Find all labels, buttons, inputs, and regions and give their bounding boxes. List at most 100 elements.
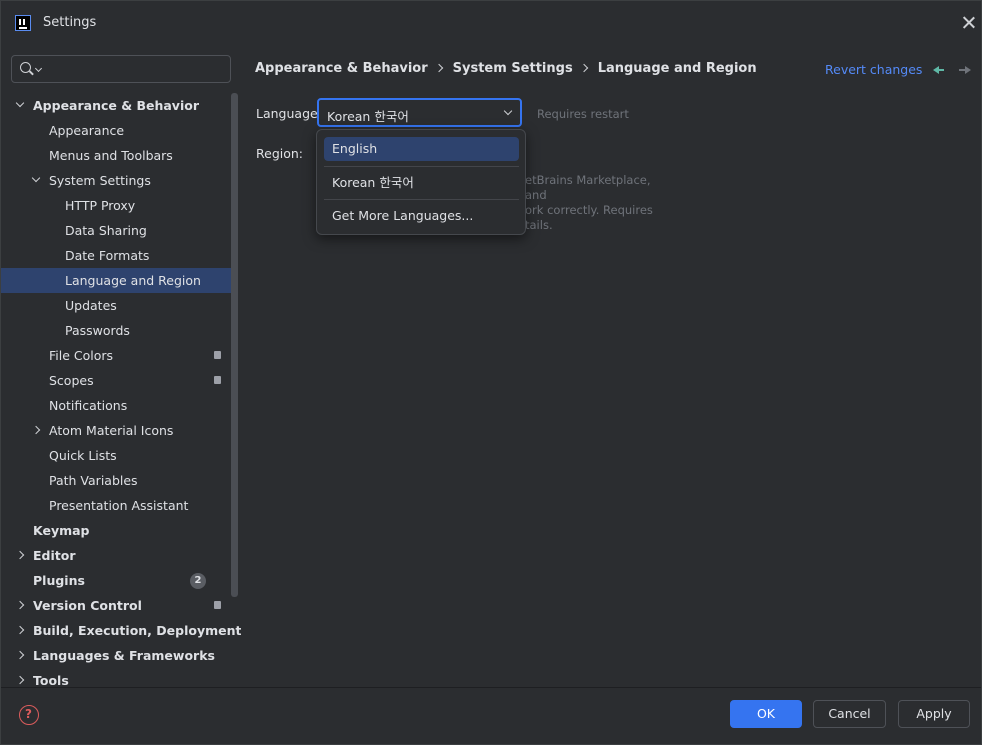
tree-node[interactable]: Passwords xyxy=(1,318,238,343)
tree-node[interactable]: Appearance xyxy=(1,118,238,143)
search-icon xyxy=(20,62,31,73)
language-help-text: etBrains Marketplace, and ork correctly.… xyxy=(525,173,675,233)
intellij-logo-icon xyxy=(15,15,31,31)
tree-node-label: Presentation Assistant xyxy=(49,498,189,513)
chevron-right-icon[interactable] xyxy=(15,675,25,685)
breadcrumb: Appearance & Behavior System Settings Lang… xyxy=(255,61,757,76)
tree-node[interactable]: Date Formats xyxy=(1,243,238,268)
tree-node-label: Language and Region xyxy=(65,273,201,288)
help-line: etBrains Marketplace, and xyxy=(525,173,651,202)
dropdown-option-english[interactable]: English xyxy=(324,137,519,161)
tree-node-label: Appearance & Behavior xyxy=(33,98,199,113)
settings-window: Settings Appearance & Behavior Appearance… xyxy=(0,0,982,745)
tree-node-label: Updates xyxy=(65,298,117,313)
tree-node-label: Tools xyxy=(33,673,69,687)
tree-node-label: Plugins xyxy=(33,573,85,588)
title-bar: Settings xyxy=(1,1,981,45)
tree-node-label: Build, Execution, Deployment xyxy=(33,623,241,638)
chevron-right-icon xyxy=(579,63,588,72)
chevron-right-icon[interactable] xyxy=(15,550,25,560)
dropdown-option-korean[interactable]: Korean 한국어 xyxy=(324,171,519,195)
language-combobox[interactable]: Korean 한국어 xyxy=(317,98,522,127)
help-line: ork correctly. Requires xyxy=(525,203,653,217)
tree-node-label: Editor xyxy=(33,548,76,563)
breadcrumb-item[interactable]: System Settings xyxy=(453,61,573,76)
chevron-down-icon[interactable] xyxy=(31,173,41,183)
tree-node[interactable]: Menus and Toolbars xyxy=(1,143,238,168)
settings-tree: Appearance & Behavior Appearance Menus and… xyxy=(1,93,241,687)
tree-node[interactable]: Atom Material Icons xyxy=(1,418,238,443)
tree-node[interactable]: Version Control xyxy=(1,593,238,618)
chevron-right-icon[interactable] xyxy=(31,425,41,435)
back-arrow-icon[interactable] xyxy=(933,65,945,75)
language-label: Language: xyxy=(256,106,322,121)
region-label: Region: xyxy=(256,146,304,161)
tree-node[interactable]: Scopes xyxy=(1,368,238,393)
tree-node-label: Languages & Frameworks xyxy=(33,648,215,663)
tree-node-label: System Settings xyxy=(49,173,151,188)
tree-node-label: Atom Material Icons xyxy=(49,423,174,438)
project-level-icon xyxy=(214,601,221,609)
tree-node-label: Keymap xyxy=(33,523,90,538)
settings-sidebar: Appearance & Behavior Appearance Menus and… xyxy=(1,45,241,687)
tree-node[interactable]: Presentation Assistant xyxy=(1,493,238,518)
tree-node[interactable]: Keymap xyxy=(1,518,238,543)
tree-node[interactable]: Path Variables xyxy=(1,468,238,493)
dropdown-option-get-more-languages[interactable]: Get More Languages... xyxy=(324,204,519,228)
revert-changes-link[interactable]: Revert changes xyxy=(825,62,922,77)
tree-node-label: HTTP Proxy xyxy=(65,198,136,213)
tree-node-label: Version Control xyxy=(33,598,142,613)
breadcrumb-item[interactable]: Appearance & Behavior xyxy=(255,61,428,76)
tree-node[interactable]: Build, Execution, Deployment xyxy=(1,618,241,643)
requires-restart-note: Requires restart xyxy=(537,107,629,121)
breadcrumb-item: Language and Region xyxy=(597,61,757,76)
chevron-down-icon[interactable] xyxy=(15,98,25,108)
search-input[interactable] xyxy=(11,55,231,83)
dropdown-separator xyxy=(324,199,519,200)
help-symbol: ? xyxy=(25,707,32,721)
tree-node[interactable]: Plugins 2 xyxy=(1,568,238,593)
tree-node[interactable]: System Settings xyxy=(1,168,238,193)
chevron-right-icon[interactable] xyxy=(15,625,25,635)
tree-node-label: Appearance xyxy=(49,123,125,138)
tree-node-label: Date Formats xyxy=(65,248,150,263)
tree-node[interactable]: Notifications xyxy=(1,393,238,418)
dropdown-separator xyxy=(324,166,519,167)
tree-node[interactable]: Languages & Frameworks xyxy=(1,643,238,668)
chevron-right-icon[interactable] xyxy=(15,650,25,660)
tree-node-label: Notifications xyxy=(49,398,128,413)
apply-button[interactable]: Apply xyxy=(898,700,970,728)
forward-arrow-icon[interactable] xyxy=(959,65,971,75)
dialog-footer: ? OK Cancel Apply xyxy=(1,687,981,744)
sidebar-scrollbar[interactable] xyxy=(231,93,238,597)
cancel-button[interactable]: Cancel xyxy=(813,700,886,728)
help-icon[interactable]: ? xyxy=(19,705,39,725)
chevron-right-icon xyxy=(434,63,443,72)
project-level-icon xyxy=(214,376,221,384)
close-icon[interactable] xyxy=(959,13,979,33)
window-title: Settings xyxy=(43,15,97,30)
language-dropdown-popup: English Korean 한국어 Get More Languages... xyxy=(316,129,526,235)
tree-node[interactable]: Language and Region xyxy=(1,268,238,293)
chevron-right-icon[interactable] xyxy=(15,600,25,610)
tree-node[interactable]: File Colors xyxy=(1,343,238,368)
tree-node[interactable]: Appearance & Behavior xyxy=(1,93,238,118)
tree-node-label: Menus and Toolbars xyxy=(49,148,173,163)
tree-node-label: Quick Lists xyxy=(49,448,117,463)
updates-count-badge: 2 xyxy=(190,573,206,589)
tree-node[interactable]: HTTP Proxy xyxy=(1,193,238,218)
chevron-down-icon xyxy=(34,64,43,73)
chevron-down-icon xyxy=(503,106,513,116)
tree-node[interactable]: Updates xyxy=(1,293,238,318)
tree-node[interactable]: Quick Lists xyxy=(1,443,238,468)
tree-node-label: Path Variables xyxy=(49,473,138,488)
tree-node-label: Scopes xyxy=(49,373,94,388)
tree-node[interactable]: Data Sharing xyxy=(1,218,238,243)
tree-node[interactable]: Editor xyxy=(1,543,238,568)
tree-node-label: File Colors xyxy=(49,348,114,363)
tree-node[interactable]: Tools xyxy=(1,668,238,687)
help-line: tails. xyxy=(525,218,553,232)
tree-node-label: Data Sharing xyxy=(65,223,147,238)
ok-button[interactable]: OK xyxy=(730,700,802,728)
language-value: Korean 한국어 xyxy=(327,109,409,124)
